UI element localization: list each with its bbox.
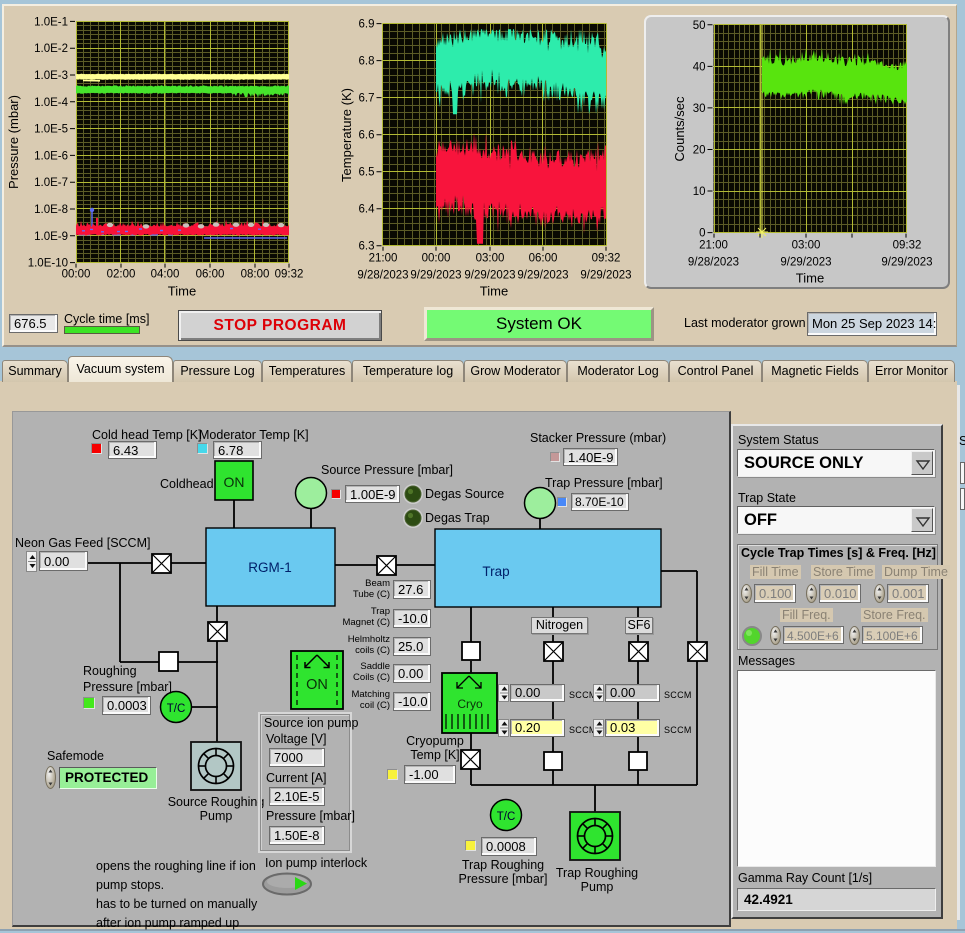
svg-text:ON: ON (224, 474, 245, 490)
svg-text:RGM-1: RGM-1 (248, 560, 292, 575)
svg-text:T/C: T/C (167, 703, 186, 715)
svg-text:Trap: Trap (482, 564, 509, 579)
svg-text:T/C: T/C (497, 811, 516, 823)
svg-text:Cryo: Cryo (457, 697, 483, 711)
